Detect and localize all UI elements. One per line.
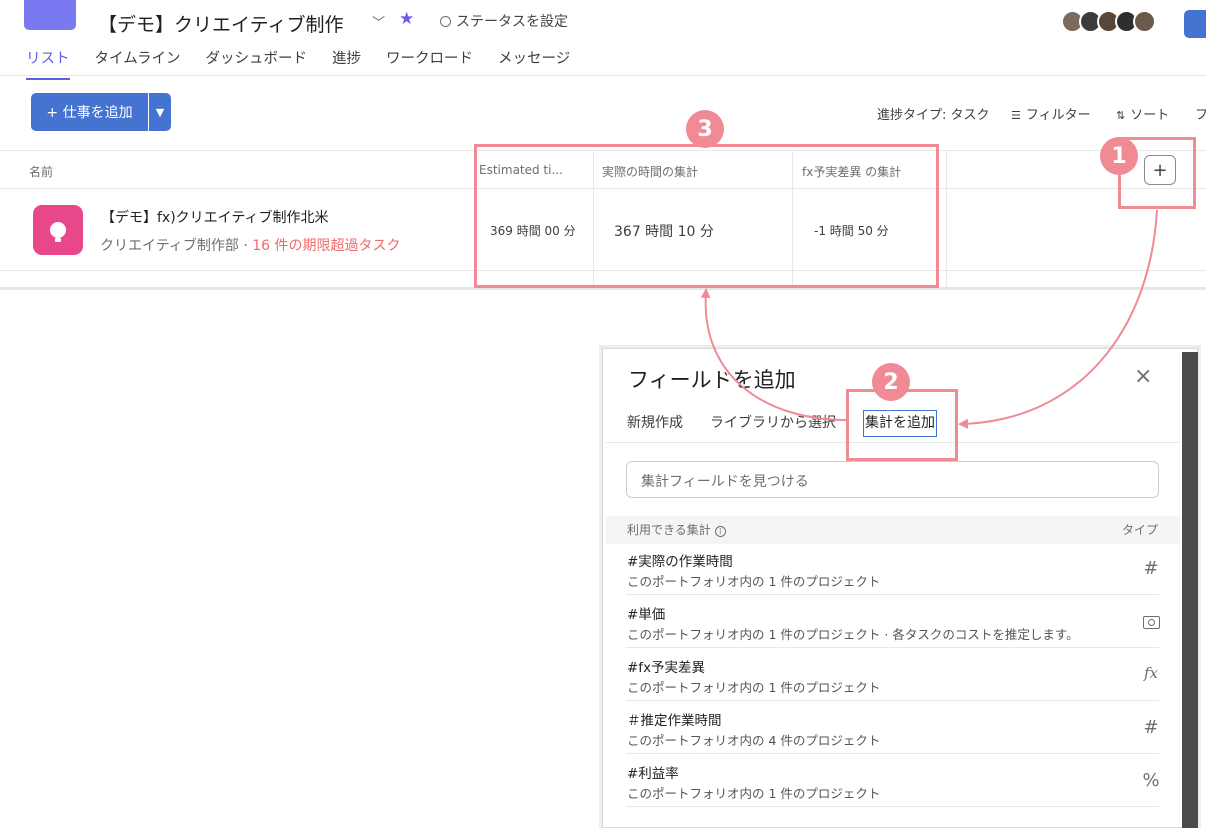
arrow-2-to-3	[700, 288, 847, 421]
arrow-1-to-2	[958, 209, 1158, 429]
annotation-arrows	[700, 209, 1158, 429]
